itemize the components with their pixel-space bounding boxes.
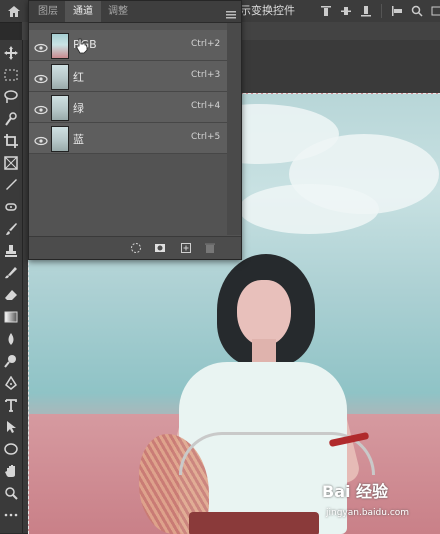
visibility-eye-icon[interactable] <box>34 39 48 53</box>
clone-stamp-tool-icon[interactable] <box>2 242 20 260</box>
tab-layers[interactable]: 图层 <box>31 1 65 22</box>
path-selection-tool-icon[interactable] <box>2 418 20 436</box>
channel-row-green[interactable]: 绿 Ctrl+4 <box>29 92 227 123</box>
gradient-tool-icon[interactable] <box>2 308 20 326</box>
channel-thumbnail <box>51 33 69 59</box>
cloud <box>239 184 379 234</box>
save-selection-icon[interactable] <box>153 241 167 255</box>
channel-shortcut: Ctrl+3 <box>191 70 221 80</box>
ellipse-tool-icon[interactable] <box>2 440 20 458</box>
channel-name: 蓝 <box>73 133 84 146</box>
channel-thumbnail <box>51 64 69 90</box>
tab-adjustments[interactable]: 调整 <box>101 1 135 22</box>
channel-shortcut: Ctrl+5 <box>191 132 221 142</box>
channel-list: RGB Ctrl+2 红 Ctrl+3 绿 Ctrl+4 蓝 Ctrl+5 <box>29 30 227 154</box>
align-top-icon[interactable] <box>318 3 334 19</box>
panel-footer <box>29 236 241 259</box>
channel-thumbnail <box>51 95 69 121</box>
move-tool-icon[interactable] <box>2 44 20 62</box>
new-channel-icon[interactable] <box>179 241 193 255</box>
channel-shortcut: Ctrl+2 <box>191 39 221 49</box>
eraser-tool-icon[interactable] <box>2 286 20 304</box>
hand-tool-icon[interactable] <box>2 462 20 480</box>
history-brush-tool-icon[interactable] <box>2 264 20 282</box>
zoom-tool-icon[interactable] <box>2 484 20 502</box>
channel-name: 绿 <box>73 102 84 115</box>
channel-row-blue[interactable]: 蓝 Ctrl+5 <box>29 123 227 154</box>
healing-brush-tool-icon[interactable] <box>2 198 20 216</box>
bicycle-basket <box>189 512 319 534</box>
channel-thumbnail <box>51 126 69 152</box>
panel-scrollbar[interactable] <box>227 23 241 235</box>
separator <box>381 4 382 18</box>
align-buttons <box>318 2 440 20</box>
visibility-eye-icon[interactable] <box>34 132 48 146</box>
lasso-tool-icon[interactable] <box>2 88 20 106</box>
pointer-cursor-icon <box>75 38 89 54</box>
align-bottom-icon[interactable] <box>358 3 374 19</box>
pen-tool-icon[interactable] <box>2 374 20 392</box>
align-vcenter-icon[interactable] <box>338 3 354 19</box>
visibility-eye-icon[interactable] <box>34 70 48 84</box>
search-icon[interactable] <box>409 3 425 19</box>
panel-menu-icon[interactable] <box>225 5 237 19</box>
quick-select-tool-icon[interactable] <box>2 110 20 128</box>
more-icon[interactable] <box>429 3 440 19</box>
align-left-icon[interactable] <box>389 3 405 19</box>
channel-shortcut: Ctrl+4 <box>191 101 221 111</box>
brush-tool-icon[interactable] <box>2 220 20 238</box>
channel-row-rgb[interactable]: RGB Ctrl+2 <box>29 30 227 61</box>
channels-panel: 图层 通道 调整 RGB Ctrl+2 红 Ctrl+3 <box>28 0 242 260</box>
show-transform-controls-label[interactable]: 示变换控件 <box>240 2 295 18</box>
tab-channels[interactable]: 通道 <box>65 1 101 22</box>
home-icon[interactable] <box>4 2 24 20</box>
more-tools-icon[interactable] <box>2 506 20 524</box>
tools-panel <box>0 40 23 533</box>
eyedropper-tool-icon[interactable] <box>2 176 20 194</box>
marquee-tool-icon[interactable] <box>2 66 20 84</box>
watermark-url: jingyan.baidu.com <box>326 508 410 518</box>
crop-tool-icon[interactable] <box>2 132 20 150</box>
watermark-brand: Bai 经验 <box>322 482 389 501</box>
visibility-eye-icon[interactable] <box>34 101 48 115</box>
dodge-tool-icon[interactable] <box>2 352 20 370</box>
load-selection-icon[interactable] <box>129 241 143 255</box>
channel-row-red[interactable]: 红 Ctrl+3 <box>29 61 227 92</box>
face <box>237 280 291 346</box>
channel-name: 红 <box>73 71 84 84</box>
panel-tabs: 图层 通道 调整 <box>29 1 241 23</box>
blur-tool-icon[interactable] <box>2 330 20 348</box>
frame-tool-icon[interactable] <box>2 154 20 172</box>
delete-channel-icon[interactable] <box>203 241 217 255</box>
type-tool-icon[interactable] <box>2 396 20 414</box>
